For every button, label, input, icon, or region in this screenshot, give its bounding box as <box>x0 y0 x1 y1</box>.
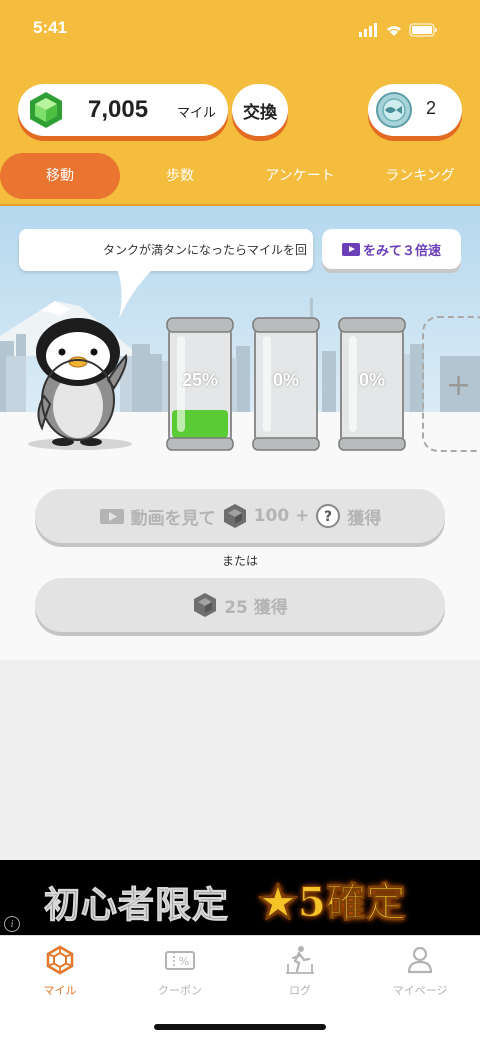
tank-3: 0% <box>335 316 409 452</box>
tab-survey[interactable]: アンケート <box>240 153 360 199</box>
gray-gem-icon <box>194 593 217 617</box>
ad-text-left: 初心者限定 <box>43 884 230 927</box>
or-label: または <box>221 554 258 568</box>
nav-mypage[interactable]: マイページ <box>360 944 480 1004</box>
triple-speed-label: をみて３倍速 <box>362 243 441 259</box>
penguin-mascot <box>36 318 128 446</box>
tab-steps[interactable]: 歩数 <box>120 153 240 199</box>
svg-text:%: % <box>179 955 189 968</box>
tank-2-percent: 0% <box>272 370 299 390</box>
tank-3-percent: 0% <box>358 370 385 390</box>
person-icon <box>407 946 433 974</box>
green-gem-icon <box>30 92 62 128</box>
top-tabs: 移動 歩数 アンケート ランキング <box>0 153 480 199</box>
ad-info-icon[interactable]: i <box>4 916 20 932</box>
tank-1-percent: 25% <box>181 370 219 390</box>
exchange-button[interactable]: 交換 <box>232 84 288 136</box>
miles-balance[interactable]: 7,005 マイル <box>18 84 228 136</box>
bottom-nav: マイル % クーポン ログ マイページ <box>0 935 480 1039</box>
tank-scene: タンクが満タンになったらマイルを回 をみて３倍速 25% 0% 0% + 動画を… <box>0 206 480 660</box>
triple-speed-button[interactable]: をみて３倍速 <box>322 229 461 269</box>
nav-miles-label: マイル <box>43 984 77 997</box>
nav-mypage-label: マイページ <box>392 984 448 997</box>
nav-coupon[interactable]: % クーポン <box>120 944 240 1004</box>
app-header: 5:41 7,005 マイル 交換 2 移動 歩数 アンケート ランキング <box>0 0 480 206</box>
nav-log[interactable]: ログ <box>240 944 360 1004</box>
tank-1: 25% <box>163 316 237 452</box>
finish-line-icon <box>286 946 314 974</box>
home-indicator <box>154 1024 326 1030</box>
blue-coin-icon <box>376 92 412 128</box>
plus-icon: + <box>446 368 472 403</box>
add-tank-slot[interactable]: + <box>422 316 480 452</box>
collect-miles-button[interactable]: 25 獲得 <box>35 578 445 632</box>
coupon-icon: % <box>165 951 195 970</box>
ticket-count: 2 <box>426 98 437 118</box>
status-time: 5:41 <box>33 18 68 37</box>
video-reward-suffix: 獲得 <box>347 508 382 529</box>
status-icons <box>359 23 437 37</box>
ad-banner[interactable]: 初心者限定 ★5確定 i <box>0 860 480 935</box>
question-icon: ? <box>316 504 341 528</box>
miles-unit: マイル <box>176 106 216 121</box>
speech-text: タンクが満タンになったらマイルを回 <box>102 243 307 257</box>
gray-gem-icon <box>223 504 246 528</box>
nav-coupon-label: クーポン <box>158 984 202 997</box>
nav-miles[interactable]: マイル <box>0 944 120 1004</box>
speech-bubble: タンクが満タンになったらマイルを回 <box>19 229 313 319</box>
tab-move[interactable]: 移動 <box>0 153 120 199</box>
tank-2: 0% <box>249 316 323 452</box>
video-reward-prefix: 動画を見て <box>130 508 216 529</box>
video-reward-amount: 100 + <box>253 506 310 526</box>
video-icon <box>341 242 360 256</box>
tab-ranking[interactable]: ランキング <box>360 153 480 199</box>
speech-tail <box>117 269 153 319</box>
video-icon <box>99 509 124 524</box>
ticket-balance[interactable]: 2 <box>368 84 462 136</box>
svg-text:?: ? <box>324 509 332 525</box>
nav-log-label: ログ <box>289 984 311 997</box>
collect-miles-label: 25 獲得 <box>224 597 288 618</box>
miles-amount: 7,005 <box>88 96 149 123</box>
status-bar: 5:41 <box>0 14 480 44</box>
gem-outline-icon <box>46 945 74 975</box>
watch-video-reward-button[interactable]: 動画を見て 100 + ? 獲得 <box>35 489 445 543</box>
ad-text-right: ★5確定 <box>258 879 407 927</box>
